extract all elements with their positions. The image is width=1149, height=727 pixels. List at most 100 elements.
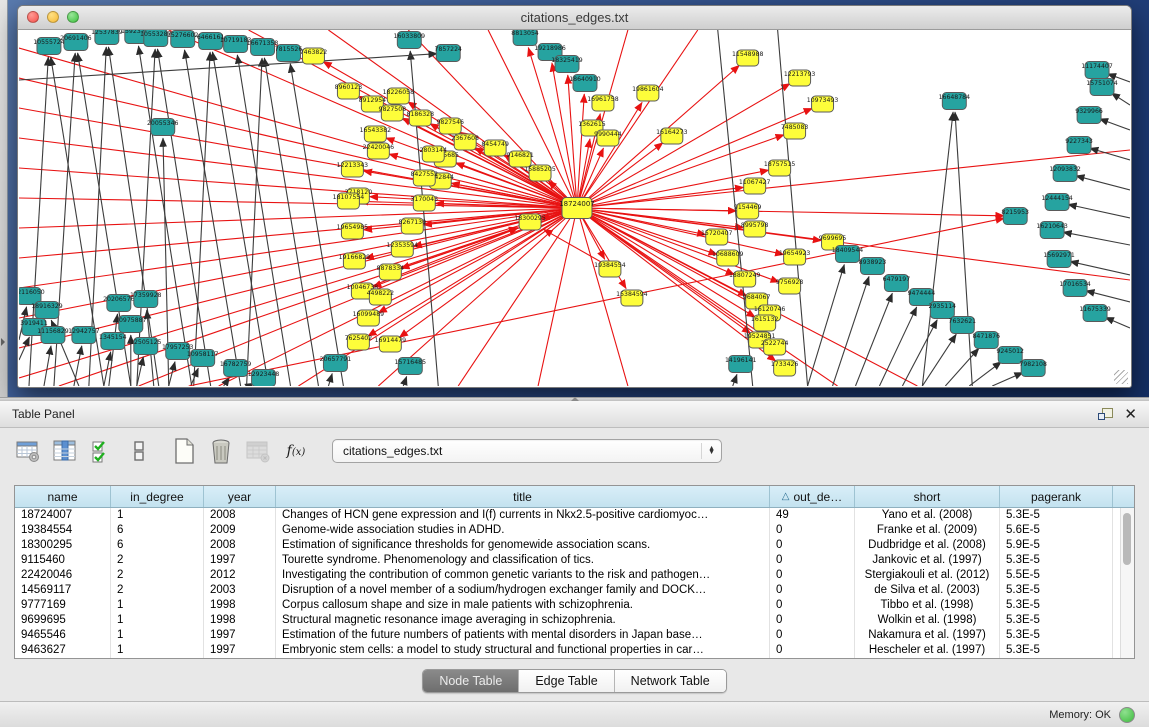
tab-edge-table[interactable]: Edge Table (519, 670, 614, 692)
edge[interactable] (568, 75, 577, 208)
table-row[interactable]: 977716911998Corpus callosum shape and si… (15, 598, 1134, 613)
cell-out_de[interactable]: 0 (770, 583, 855, 598)
edge[interactable] (577, 30, 628, 208)
edge[interactable] (945, 348, 979, 386)
edge[interactable] (879, 307, 916, 386)
cell-pagerank[interactable]: 5.9E-5 (1000, 538, 1113, 553)
edge[interactable] (458, 208, 577, 386)
edge[interactable] (19, 208, 577, 348)
edge[interactable] (733, 374, 737, 386)
table-row[interactable]: 911546021997Tourette syndrome. Phenomeno… (15, 553, 1134, 568)
cell-short[interactable]: Wolkin et al. (1998) (855, 613, 1000, 628)
cell-in_degree[interactable]: 6 (111, 538, 204, 553)
network-window[interactable]: citations_edges.txt 89601238912954182260… (17, 5, 1132, 388)
cell-out_de[interactable]: 0 (770, 553, 855, 568)
edge[interactable] (1111, 93, 1130, 105)
cell-out_de[interactable]: 0 (770, 598, 855, 613)
window-resize-grip[interactable] (1114, 370, 1128, 384)
cell-year[interactable]: 2009 (204, 523, 276, 538)
cell-out_de[interactable]: 0 (770, 523, 855, 538)
cell-year[interactable]: 1997 (204, 628, 276, 643)
edge[interactable] (1076, 176, 1130, 190)
column-header-short[interactable]: short (855, 486, 1000, 507)
cell-pagerank[interactable]: 5.3E-5 (1000, 628, 1113, 643)
edge[interactable] (19, 54, 437, 80)
edge[interactable] (833, 276, 869, 386)
table-row[interactable]: 1938455462009Genome-wide association stu… (15, 523, 1134, 538)
column-header-title[interactable]: title (276, 486, 770, 507)
table-row[interactable]: 946554611997Estimation of the future num… (15, 628, 1134, 643)
cell-out_de[interactable]: 0 (770, 643, 855, 658)
edge[interactable] (538, 208, 577, 386)
column-header-in_degree[interactable]: in_degree (111, 486, 204, 507)
network-table-select[interactable]: citations_edges.txt ▲▼ (332, 439, 722, 463)
cell-year[interactable]: 1997 (204, 553, 276, 568)
edge[interactable] (19, 337, 29, 360)
tab-node-table[interactable]: Node Table (423, 670, 519, 692)
cell-short[interactable]: Stergiakouli et al. (2012) (855, 568, 1000, 583)
cell-name[interactable]: 14569117 (15, 583, 111, 598)
column-select-icon[interactable] (51, 437, 79, 465)
cell-year[interactable]: 1997 (204, 643, 276, 658)
cell-in_degree[interactable]: 6 (111, 523, 204, 538)
cell-pagerank[interactable]: 5.5E-5 (1000, 568, 1113, 583)
cell-in_degree[interactable]: 1 (111, 613, 204, 628)
cell-pagerank[interactable]: 5.3E-5 (1000, 613, 1113, 628)
cell-short[interactable]: Hescheler et al. (1997) (855, 643, 1000, 658)
zoom-window-button[interactable] (67, 11, 79, 23)
table-row[interactable]: 1830029562008Estimation of significance … (15, 538, 1134, 553)
cell-pagerank[interactable]: 5.3E-5 (1000, 643, 1113, 658)
cell-name[interactable]: 9465546 (15, 628, 111, 643)
cell-name[interactable]: 9699695 (15, 613, 111, 628)
edge[interactable] (264, 58, 318, 386)
cell-in_degree[interactable]: 1 (111, 628, 204, 643)
cell-short[interactable]: Yano et al. (2008) (855, 508, 1000, 523)
table-settings-icon[interactable] (14, 437, 42, 465)
cell-year[interactable]: 1998 (204, 598, 276, 613)
network-canvas[interactable]: 8960123891295418226058982750816543382818… (19, 30, 1130, 386)
edge[interactable] (922, 112, 953, 386)
cell-in_degree[interactable]: 2 (111, 583, 204, 598)
cell-title[interactable]: Estimation of significance thresholds fo… (276, 538, 770, 553)
table-row[interactable]: 969969511998Structural magnetic resonanc… (15, 613, 1134, 628)
table-row[interactable]: 2242004622012Investigating the contribut… (15, 568, 1134, 583)
edge[interactable] (577, 30, 698, 208)
edge[interactable] (19, 208, 577, 288)
cell-year[interactable]: 2012 (204, 568, 276, 583)
panel-collapse-arrow-icon[interactable] (1, 338, 5, 346)
new-file-icon[interactable] (170, 437, 198, 465)
cell-title[interactable]: Disruption of a novel member of a sodium… (276, 583, 770, 598)
cell-title[interactable]: Estimation of the future numbers of pati… (276, 628, 770, 643)
cell-year[interactable]: 2008 (204, 538, 276, 553)
edge[interactable] (992, 372, 1023, 386)
memory-ok-indicator[interactable] (1119, 707, 1135, 723)
cell-in_degree[interactable]: 1 (111, 643, 204, 658)
cell-name[interactable]: 9777169 (15, 598, 111, 613)
cell-title[interactable]: Corpus callosum shape and size in male p… (276, 598, 770, 613)
cell-in_degree[interactable]: 2 (111, 568, 204, 583)
cell-short[interactable]: Nakamura et al. (1997) (855, 628, 1000, 643)
edge[interactable] (1063, 232, 1130, 245)
cell-year[interactable]: 2003 (204, 583, 276, 598)
network-window-titlebar[interactable]: citations_edges.txt (18, 6, 1131, 30)
table-row[interactable]: 1456911722003Disruption of a novel membe… (15, 583, 1134, 598)
edge[interactable] (577, 208, 1004, 216)
cell-out_de[interactable]: 49 (770, 508, 855, 523)
cell-name[interactable]: 18300295 (15, 538, 111, 553)
cell-name[interactable]: 19384554 (15, 523, 111, 538)
cell-year[interactable]: 1998 (204, 613, 276, 628)
cell-short[interactable]: Dudbridge et al. (2008) (855, 538, 1000, 553)
cell-name[interactable]: 9463627 (15, 643, 111, 658)
cell-out_de[interactable]: 0 (770, 613, 855, 628)
cell-pagerank[interactable]: 5.3E-5 (1000, 598, 1113, 613)
cell-title[interactable]: Genome-wide association studies in ADHD. (276, 523, 770, 538)
column-header-name[interactable]: name (15, 486, 111, 507)
cell-in_degree[interactable]: 1 (111, 508, 204, 523)
cell-title[interactable]: Structural magnetic resonance image aver… (276, 613, 770, 628)
left-panel-edge[interactable] (0, 0, 8, 397)
column-header-year[interactable]: year (204, 486, 276, 507)
edge[interactable] (137, 49, 155, 386)
cell-out_de[interactable]: 0 (770, 538, 855, 553)
edge[interactable] (403, 376, 406, 386)
edge[interactable] (1099, 119, 1130, 130)
